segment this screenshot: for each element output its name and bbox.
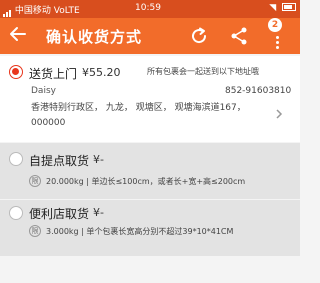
back-arrow-icon	[10, 27, 26, 41]
limit-icon: 限	[29, 175, 41, 187]
option-convenience-store[interactable]: 便利店取货 ¥- 限 3.000kg | 单个包裹长宽高分别不超过39*10*4…	[0, 200, 300, 256]
signal-icon	[3, 7, 12, 17]
share-button[interactable]	[228, 25, 250, 47]
option-price: ¥-	[93, 206, 104, 219]
radio-convenience-store[interactable]	[9, 206, 23, 220]
more-icon	[276, 36, 279, 51]
carrier-label: 中国移动	[14, 6, 51, 16]
page-title: 确认收货方式	[46, 28, 143, 46]
option-pickup-point[interactable]: 自提点取货 ¥- 限 20.000kg | 单边长≤100cm，或者长+宽+高≤…	[0, 143, 300, 199]
radio-pickup-point[interactable]	[9, 152, 23, 166]
refresh-button[interactable]	[188, 25, 210, 47]
battery-icon	[282, 3, 296, 11]
share-icon	[231, 27, 247, 45]
option-title: 便利店取货	[29, 207, 90, 221]
chevron-right-icon[interactable]	[275, 108, 287, 122]
option-title: 送货上门	[29, 67, 78, 81]
option-price: ¥55.20	[82, 66, 121, 79]
recipient-name: Daisy	[31, 86, 56, 96]
wifi-icon: ◥	[269, 3, 277, 13]
back-button[interactable]	[8, 24, 32, 48]
size-limit-text: 20.000kg | 单边长≤100cm，或者长+宽+高≤200cm	[46, 177, 246, 186]
recipient-address: 香港特别行政区， 九龙， 观塘区， 观塘海滨道167， 000000	[31, 103, 246, 128]
network-label: VoLTE	[53, 6, 80, 16]
recipient-phone: 852-91603810	[225, 86, 292, 96]
status-bar: 中国移动 VoLTE 10:59 ◥	[0, 0, 300, 18]
delivery-note: 所有包裹会一起送到以下地址哦	[147, 67, 259, 76]
limit-icon: 限	[29, 225, 41, 237]
option-home-delivery[interactable]: 送货上门 ¥55.20 所有包裹会一起送到以下地址哦 Daisy 852-916…	[0, 56, 300, 142]
refresh-icon	[192, 27, 207, 44]
title-bar: 确认收货方式	[0, 18, 300, 54]
option-price: ¥-	[93, 153, 104, 166]
size-limit-text: 3.000kg | 单个包裹长宽高分别不超过39*10*41CM	[46, 227, 234, 236]
radio-home-delivery[interactable]	[9, 65, 23, 79]
notification-badge: 2	[268, 18, 282, 32]
clock: 10:59	[135, 3, 161, 13]
option-title: 自提点取货	[29, 154, 90, 168]
